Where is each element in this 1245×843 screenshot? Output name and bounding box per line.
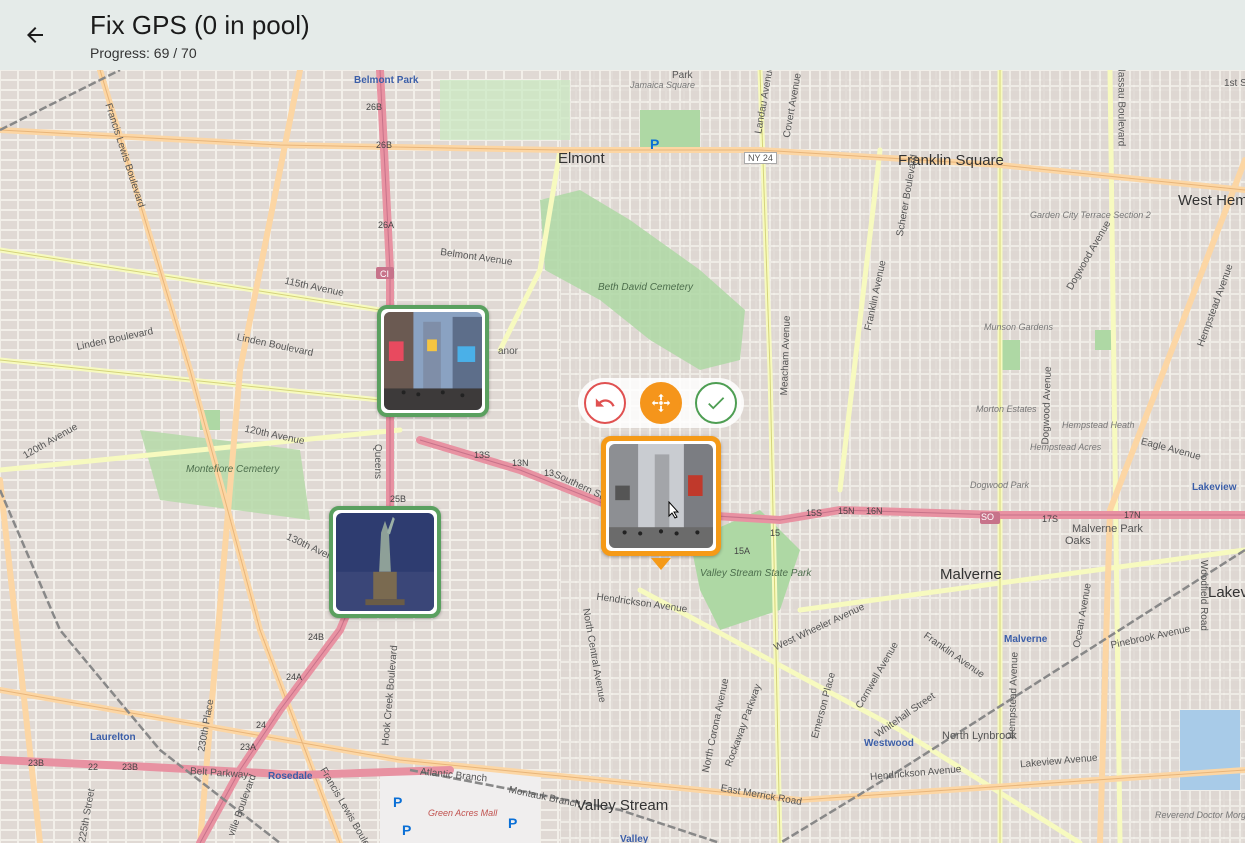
photo-thumbnail bbox=[336, 513, 434, 611]
exit-label: 24A bbox=[286, 672, 303, 682]
road-ny24: NY 24 bbox=[744, 152, 777, 164]
hempstead-heath: Hempstead Heath bbox=[1062, 420, 1135, 430]
parking-icon: P bbox=[393, 794, 403, 810]
exit-label: 16N bbox=[866, 506, 883, 516]
park-jamaica-square: Jamaica Square bbox=[630, 80, 696, 90]
photo-thumbnail bbox=[609, 444, 713, 548]
exit-label: 22 bbox=[88, 762, 99, 772]
parking-icon: P bbox=[402, 822, 412, 838]
exit-label: 23B bbox=[122, 762, 139, 772]
exit-label: 15N bbox=[838, 506, 855, 516]
station-lakeview: Lakeview bbox=[1192, 482, 1237, 493]
photo-marker-times-square[interactable] bbox=[377, 305, 489, 417]
parking-icon: P bbox=[650, 136, 660, 152]
exit-label: 13 bbox=[544, 468, 555, 478]
exit-label: 17N bbox=[1124, 510, 1141, 520]
road-nassau-blvd: Nassau Boulevard bbox=[1115, 70, 1127, 147]
check-icon bbox=[708, 397, 725, 410]
app-bar: Fix GPS (0 in pool) Progress: 69 / 70 bbox=[0, 0, 1245, 70]
place-elmont: Elmont bbox=[558, 150, 605, 167]
place-malverne: Malverne bbox=[940, 566, 1002, 583]
map-view[interactable]: Elmont Franklin Square West Hem Malverne… bbox=[0, 70, 1245, 843]
progress-text: Progress: 69 / 70 bbox=[90, 45, 197, 61]
exit-label: 17S bbox=[1042, 514, 1059, 524]
photo-thumbnail bbox=[384, 312, 482, 410]
hempstead-acres: Hempstead Acres bbox=[1030, 442, 1102, 452]
road-woodfield: Woodfield Road bbox=[1197, 560, 1209, 631]
park-valley-stream-sp: Valley Stream State Park bbox=[700, 568, 812, 579]
place-west-hem: West Hem bbox=[1178, 192, 1245, 209]
exit-label: 24B bbox=[308, 632, 325, 642]
back-button[interactable] bbox=[14, 15, 56, 55]
place-oaks: Oaks bbox=[1065, 535, 1091, 547]
move-button[interactable] bbox=[640, 382, 682, 424]
road-1st-st: 1st St bbox=[1224, 78, 1245, 89]
dogwood-park: Dogwood Park bbox=[970, 480, 1030, 490]
reverend-doctor-morgan: Reverend Doctor Morgan bbox=[1155, 810, 1245, 820]
cursor-icon bbox=[668, 501, 680, 519]
road-park: Park bbox=[672, 70, 693, 81]
confirm-button[interactable] bbox=[695, 382, 737, 424]
station-westwood: Westwood bbox=[864, 738, 914, 749]
exit-label: 15 bbox=[770, 528, 781, 538]
place-lakev: Lakev bbox=[1208, 584, 1245, 601]
road-anor: anor bbox=[498, 346, 519, 357]
road-queens: Queens bbox=[372, 443, 384, 480]
arrow-left-icon bbox=[27, 27, 43, 43]
parking-icon: P bbox=[508, 815, 518, 831]
park-beth-david: Beth David Cemetery bbox=[598, 282, 694, 293]
undo-button[interactable] bbox=[584, 382, 626, 424]
garden-city-terrace: Garden City Terrace Section 2 bbox=[1030, 210, 1151, 220]
exit-label: 13S bbox=[474, 450, 491, 460]
exit-label: 26A bbox=[378, 220, 395, 230]
move-icon bbox=[651, 393, 671, 413]
undo-icon bbox=[595, 398, 615, 407]
exit-label: 15S bbox=[806, 508, 823, 518]
photo-marker-selected[interactable] bbox=[601, 436, 721, 556]
exit-label: 25B bbox=[390, 494, 407, 504]
green-acres-mall: Green Acres Mall bbox=[428, 808, 498, 818]
exit-label: 15A bbox=[734, 546, 751, 556]
exit-label: 23B bbox=[28, 758, 45, 768]
station-malverne: Malverne bbox=[1004, 634, 1048, 645]
exit-label: 24 bbox=[256, 720, 267, 730]
exit-label: 13N bbox=[512, 458, 529, 468]
station-laurelton: Laurelton bbox=[90, 732, 136, 743]
photo-marker-statue-of-liberty[interactable] bbox=[329, 506, 441, 618]
station-rosedale: Rosedale bbox=[268, 771, 313, 782]
morton-estates: Morton Estates bbox=[976, 404, 1037, 414]
station-valley: Valley bbox=[620, 834, 649, 843]
park-montefiore: Montefiore Cemetery bbox=[186, 464, 280, 475]
exit-label: 26B bbox=[366, 102, 383, 112]
marker-pin bbox=[651, 558, 671, 570]
exit-label: 26B bbox=[376, 140, 393, 150]
page-title: Fix GPS (0 in pool) bbox=[90, 10, 310, 40]
place-valley-stream: Valley Stream bbox=[576, 797, 669, 814]
malverne-park: Malverne Park bbox=[1072, 523, 1143, 535]
place-belmont-park: Belmont Park bbox=[354, 75, 419, 86]
road-so-shield: SO bbox=[981, 512, 995, 522]
place-north-lynbrook: North Lynbrook bbox=[942, 730, 1017, 742]
exit-label: 23A bbox=[240, 742, 257, 752]
exit-label: CI bbox=[380, 269, 389, 279]
munson-gardens: Munson Gardens bbox=[984, 322, 1054, 332]
